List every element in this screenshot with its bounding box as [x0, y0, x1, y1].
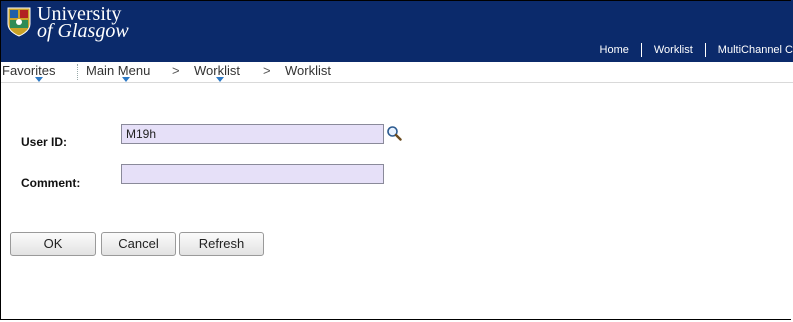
window-frame	[0, 0, 791, 320]
